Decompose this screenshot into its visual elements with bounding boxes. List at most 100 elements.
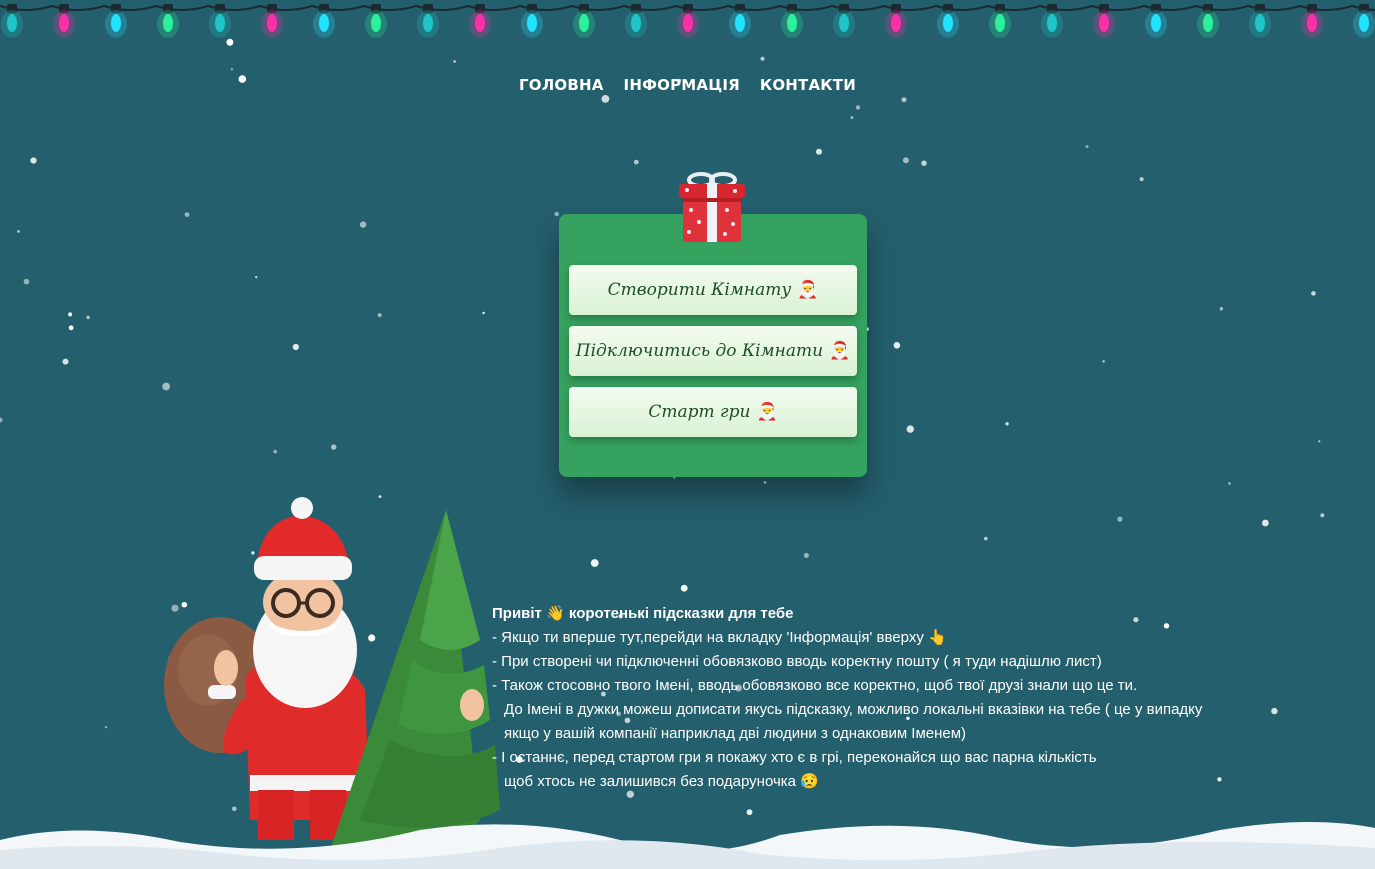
start-game-label: Старт гри bbox=[648, 402, 751, 422]
santa-emoji-icon: 🎅 bbox=[829, 341, 851, 361]
top-navigation: ГОЛОВНА ІНФОРМАЦІЯ КОНТАКТИ bbox=[0, 76, 1375, 94]
light-bulb bbox=[215, 14, 225, 32]
start-game-button[interactable]: Старт гри 🎅 bbox=[569, 387, 857, 437]
snowflake bbox=[803, 553, 809, 558]
create-room-button[interactable]: Створити Кімнату 🎅 bbox=[569, 265, 857, 315]
snowflake bbox=[86, 315, 90, 320]
light-bulb bbox=[995, 14, 1005, 32]
snowflake bbox=[482, 311, 485, 315]
tip-line-4: - І останнє, перед стартом гри я покажу … bbox=[492, 749, 1097, 766]
snowflake bbox=[255, 276, 258, 279]
nav-contacts-link[interactable]: КОНТАКТИ bbox=[760, 76, 856, 94]
snowflake bbox=[1262, 519, 1269, 527]
snowflake bbox=[893, 342, 901, 349]
light-bulb bbox=[59, 14, 69, 32]
join-room-label: Підключитись до Кімнати bbox=[575, 341, 824, 361]
gift-icon bbox=[679, 172, 745, 242]
nav-home-link[interactable]: ГОЛОВНА bbox=[519, 76, 604, 94]
snowflake bbox=[1139, 177, 1144, 182]
snowflake bbox=[17, 230, 20, 233]
tip-line-3-continued-2: якщо у вашій компанії наприклад дві люди… bbox=[504, 725, 967, 742]
snowflake bbox=[377, 313, 382, 318]
tip-line-4-continued: щоб хтось не залишився без подаруночка 😥 bbox=[504, 773, 819, 790]
snowflake bbox=[1219, 307, 1224, 311]
game-menu-card: Створити Кімнату 🎅 Підключитись до Кімна… bbox=[559, 214, 867, 477]
snowflake bbox=[453, 60, 456, 63]
snowflake bbox=[1311, 291, 1316, 296]
light-bulb bbox=[683, 14, 693, 32]
snowflake bbox=[292, 343, 299, 351]
snowflake bbox=[104, 726, 108, 729]
snowflake bbox=[1228, 482, 1231, 485]
snowflake bbox=[1318, 440, 1321, 443]
light-bulb bbox=[1047, 14, 1057, 32]
santa-emoji-icon: 🎅 bbox=[756, 402, 778, 422]
snowflake bbox=[184, 212, 190, 218]
light-bulb bbox=[423, 14, 433, 32]
light-bulb bbox=[1255, 14, 1265, 32]
tip-line-3: - Також стосовно твого Імені, вводь обов… bbox=[492, 677, 1138, 694]
snowflake bbox=[62, 358, 69, 365]
snowflake bbox=[30, 157, 37, 164]
light-bulb bbox=[1203, 14, 1213, 32]
light-bulb bbox=[371, 14, 381, 32]
snowflake bbox=[23, 278, 30, 285]
snowflake bbox=[601, 95, 610, 103]
create-room-label: Створити Кімнату bbox=[607, 280, 792, 300]
snowflake bbox=[1085, 145, 1089, 149]
light-bulb bbox=[579, 14, 589, 32]
snowflake bbox=[1117, 516, 1123, 522]
snowflake bbox=[984, 536, 988, 541]
light-bulb bbox=[7, 14, 17, 32]
tip-line-3-continued: До Імені в дужки можеш дописати якусь пі… bbox=[504, 701, 1203, 718]
light-bulb bbox=[839, 14, 849, 32]
snow-ground-decoration bbox=[0, 821, 1375, 869]
snowflake bbox=[901, 97, 907, 103]
snowflake bbox=[1320, 513, 1325, 518]
snowflake bbox=[68, 312, 73, 317]
snowflake bbox=[763, 481, 767, 484]
snowflake bbox=[1102, 360, 1105, 363]
light-bulb bbox=[267, 14, 277, 32]
snowflake bbox=[680, 584, 688, 592]
snowflake bbox=[162, 382, 171, 391]
nav-info-link[interactable]: ІНФОРМАЦІЯ bbox=[624, 76, 740, 94]
snowflake bbox=[902, 157, 909, 164]
string-lights-decoration bbox=[0, 4, 1375, 38]
light-bulb bbox=[527, 14, 537, 32]
snowflake bbox=[359, 221, 367, 228]
light-bulb bbox=[631, 14, 641, 32]
snowflake bbox=[855, 105, 861, 110]
light-bulb bbox=[735, 14, 745, 32]
snowflake bbox=[230, 68, 234, 71]
snowflake bbox=[850, 116, 854, 119]
snowflake bbox=[554, 211, 559, 217]
snowflake bbox=[906, 425, 914, 433]
snowflake bbox=[590, 559, 599, 567]
join-room-button[interactable]: Підключитись до Кімнати 🎅 bbox=[569, 326, 857, 376]
light-bulb bbox=[319, 14, 329, 32]
tips-section: Привіт 👋 коротенькі підсказки для тебе -… bbox=[492, 602, 1292, 794]
light-bulb bbox=[163, 14, 173, 32]
santa-emoji-icon: 🎅 bbox=[797, 280, 819, 300]
snowflake bbox=[331, 444, 337, 450]
snowflake bbox=[633, 159, 639, 165]
snowflake bbox=[273, 449, 278, 454]
light-bulb bbox=[111, 14, 121, 32]
light-bulb bbox=[1151, 14, 1161, 32]
snowflake bbox=[0, 417, 3, 423]
light-bulb bbox=[1099, 14, 1109, 32]
light-bulb bbox=[475, 14, 485, 32]
snowflake bbox=[816, 148, 822, 155]
light-bulb bbox=[1359, 14, 1369, 32]
light-bulb bbox=[943, 14, 953, 32]
light-bulb bbox=[891, 14, 901, 32]
light-bulb bbox=[787, 14, 797, 32]
snowflake bbox=[68, 325, 74, 331]
snowflake bbox=[1005, 422, 1009, 426]
snowflake bbox=[921, 160, 927, 166]
light-bulb bbox=[1307, 14, 1317, 32]
tip-line-2: - При створені чи підключенні обовязково… bbox=[492, 653, 1102, 670]
tips-title: Привіт 👋 коротенькі підсказки для тебе bbox=[492, 605, 794, 622]
tip-line-1: - Якщо ти вперше тут,перейди на вкладку … bbox=[492, 629, 947, 646]
